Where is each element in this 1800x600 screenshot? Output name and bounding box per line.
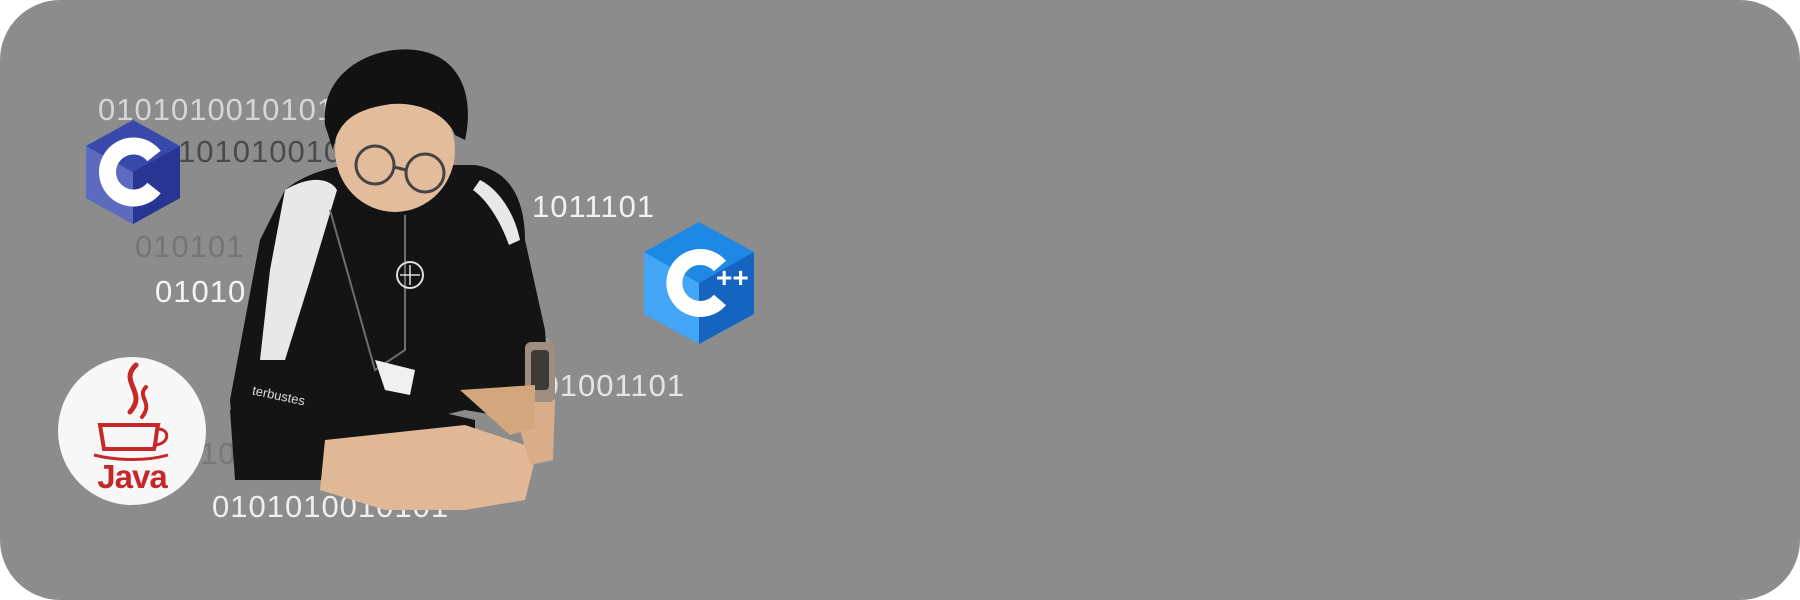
person-photo	[225, 40, 685, 560]
cpp-language-icon: ++	[644, 222, 754, 344]
c-language-icon	[86, 120, 180, 224]
cpp-plus-sign: ++	[716, 262, 749, 293]
java-language-icon: Java	[58, 357, 206, 505]
java-logo-text: Java	[97, 458, 167, 495]
hero-banner: 0101010010101 1010100101 1011101 010101 …	[0, 0, 1800, 600]
